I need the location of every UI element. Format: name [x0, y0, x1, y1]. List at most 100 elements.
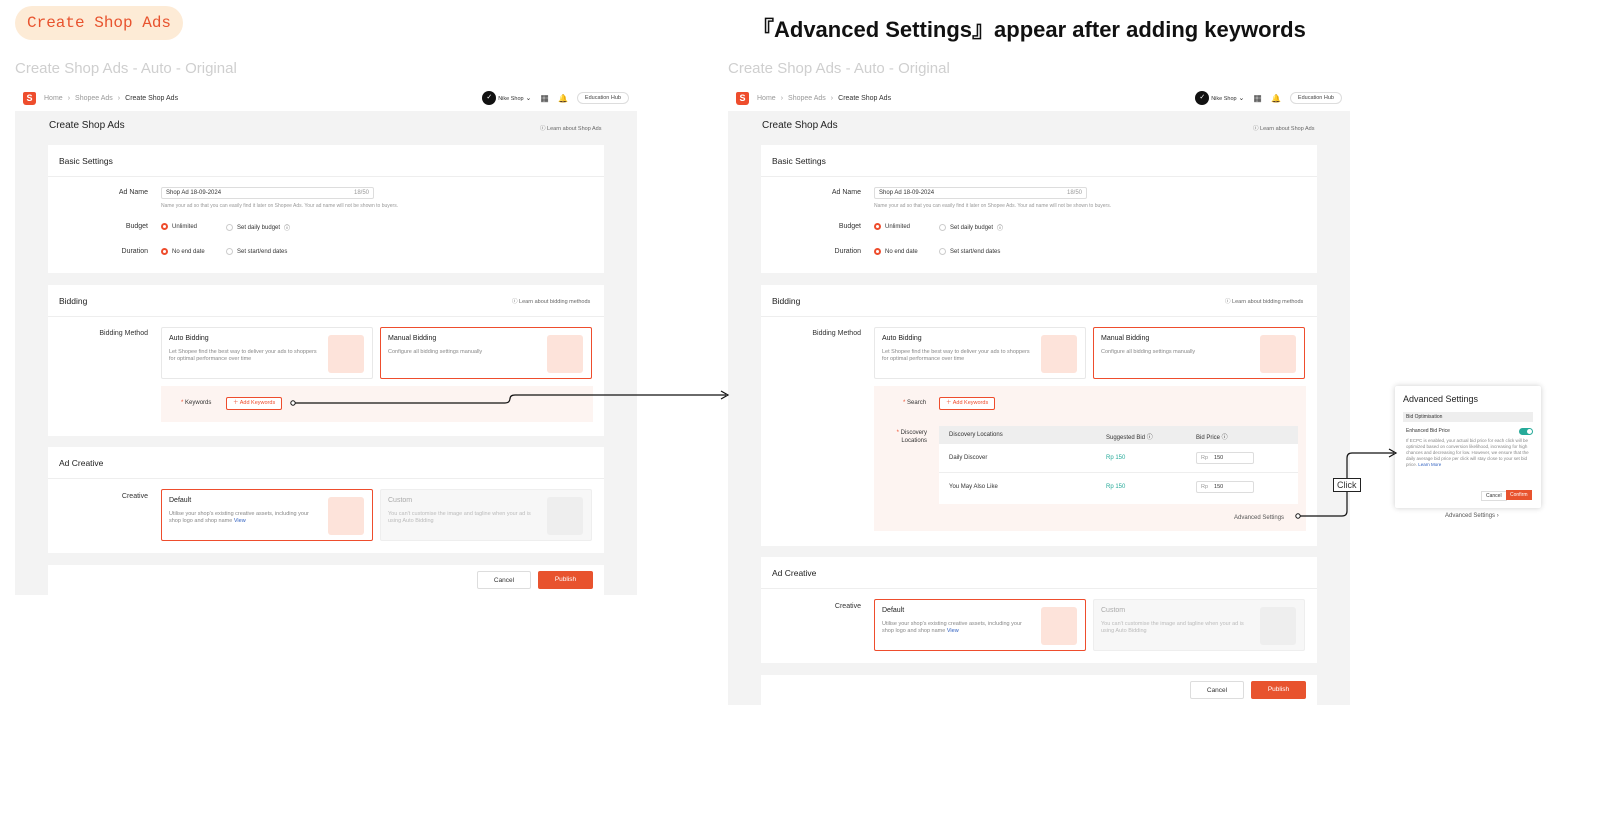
- budget-daily-radio[interactable]: Set daily budget ⓘ: [939, 223, 1003, 232]
- bidding-card: Bidding ⓘ Learn about bidding methods Bi…: [761, 285, 1317, 546]
- creative-label: Creative: [834, 603, 861, 610]
- headline: 『Advanced Settings』appear after adding k…: [752, 17, 1306, 42]
- advanced-settings-link-below[interactable]: Advanced Settings ›: [1445, 513, 1499, 519]
- shop-switcher[interactable]: ✓ Nike Shop ⌄: [1195, 91, 1244, 105]
- discovery-table: Discovery Locations Suggested Bid ⓘ Bid …: [939, 426, 1298, 504]
- keywords-area: * Keywords ＋ Add Keywords: [161, 386, 593, 422]
- learn-bidding-link[interactable]: ⓘ Learn about bidding methods: [1225, 297, 1303, 305]
- ad-name-counter: 18/50: [1066, 190, 1082, 196]
- cancel-button[interactable]: Cancel: [1190, 681, 1244, 699]
- right-screen: S Home › Shopee Ads › Create Shop Ads ✓ Ni…: [728, 85, 1350, 705]
- page-title: Create Shop Ads: [49, 120, 125, 131]
- footer-bar: Cancel Publish: [48, 565, 604, 595]
- budget-label: Budget: [125, 223, 148, 230]
- chevron-right-icon: ›: [830, 94, 834, 102]
- learn-shop-ads-link[interactable]: ⓘ Learn about Shop Ads: [1253, 124, 1314, 132]
- shop-avatar: ✓: [1195, 91, 1210, 105]
- chevron-down-icon: ⌄: [525, 94, 532, 102]
- toggle-label: Enhanced Bid Price: [1406, 428, 1450, 434]
- advanced-settings-link[interactable]: Advanced Settings: [1234, 515, 1284, 521]
- add-keywords-button[interactable]: ＋ Add Keywords: [226, 397, 283, 410]
- auto-bidding-option[interactable]: Auto Bidding Let Shopee find the best way…: [874, 327, 1086, 379]
- shopee-logo-icon[interactable]: S: [736, 91, 749, 105]
- left-subtitle: Create Shop Ads - Auto - Original: [15, 60, 237, 77]
- shop-name: Nike Shop: [1211, 95, 1237, 102]
- popup-cancel-button[interactable]: Cancel: [1481, 491, 1507, 501]
- shopee-logo-icon[interactable]: S: [23, 91, 36, 105]
- advanced-settings-popup: Advanced Settings Bid Optimisation Enhan…: [1395, 386, 1541, 508]
- apps-grid-icon[interactable]: ▦: [540, 93, 549, 104]
- cancel-button[interactable]: Cancel: [477, 571, 531, 589]
- budget-daily-radio[interactable]: Set daily budget ⓘ: [226, 223, 290, 232]
- crumb-current: Create Shop Ads: [125, 94, 179, 102]
- search-label: * Search: [903, 400, 927, 406]
- left-screen: S Home › Shopee Ads › Create Shop Ads ✓ Ni…: [15, 85, 637, 595]
- table-row-location: Daily Discover: [949, 455, 988, 461]
- basic-settings-card: Basic Settings Ad Name Shop Ad 18-09-202…: [48, 145, 604, 273]
- publish-button[interactable]: Publish: [538, 571, 593, 589]
- duration-none-radio[interactable]: No end date: [874, 248, 918, 255]
- bid-price-input[interactable]: Rp 150: [1196, 481, 1254, 493]
- shirt-illustration-icon: [1041, 607, 1077, 645]
- page-title: Create Shop Ads: [762, 120, 838, 131]
- custom-illustration-icon: [547, 497, 583, 535]
- table-row-location: You May Also Like: [949, 484, 998, 490]
- footer-bar: Cancel Publish: [761, 675, 1317, 705]
- creative-default-option[interactable]: Default Utilise your shop's existing crea…: [874, 599, 1086, 651]
- popup-confirm-button[interactable]: Confirm: [1506, 490, 1532, 500]
- chevron-right-icon: ›: [780, 94, 784, 102]
- col-header-location: Discovery Locations: [949, 432, 1003, 438]
- bid-price-input[interactable]: Rp 150: [1196, 452, 1254, 464]
- budget-unlimited-radio[interactable]: Unlimited: [874, 223, 910, 230]
- click-annotation-label: Click: [1333, 478, 1361, 492]
- ad-name-help: Name your ad so that you can easily find…: [874, 203, 1112, 209]
- duration-dates-radio[interactable]: Set start/end dates: [226, 248, 287, 255]
- popup-description: If ECPC is enabled, your actual bid pric…: [1406, 438, 1529, 467]
- ad-name-label: Ad Name: [118, 189, 148, 196]
- ad-name-input[interactable]: Shop Ad 18-09-2024 18/50: [161, 187, 374, 199]
- bidding-card: Bidding ⓘ Learn about bidding methods Bi…: [48, 285, 604, 436]
- top-bar: S Home › Shopee Ads › Create Shop Ads ✓ Ni…: [728, 85, 1350, 111]
- ad-name-help: Name your ad so that you can easily find…: [161, 203, 399, 209]
- popup-section: Bid Optimisation: [1403, 412, 1533, 422]
- duration-dates-radio[interactable]: Set start/end dates: [939, 248, 1000, 255]
- ad-name-input[interactable]: Shop Ad 18-09-2024 18/50: [874, 187, 1087, 199]
- apps-grid-icon[interactable]: ▦: [1253, 93, 1262, 104]
- manual-bidding-option[interactable]: Manual Bidding Configure all bidding sett…: [380, 327, 592, 379]
- keywords-area: * Search ＋ Add Keywords * Discovery Locat…: [874, 386, 1306, 531]
- crumb-ads[interactable]: Shopee Ads: [75, 95, 113, 102]
- crumb-home[interactable]: Home: [757, 95, 776, 102]
- enhanced-bid-toggle[interactable]: [1519, 428, 1533, 435]
- ad-name-counter: 18/50: [353, 190, 369, 196]
- learn-bidding-link[interactable]: ⓘ Learn about bidding methods: [512, 297, 590, 305]
- ad-creative-title: Ad Creative: [772, 568, 817, 578]
- creative-label: Creative: [121, 493, 148, 500]
- manual-bidding-option[interactable]: Manual Bidding Configure all bidding sett…: [1093, 327, 1305, 379]
- popup-title: Advanced Settings: [1403, 394, 1479, 404]
- bell-icon[interactable]: 🔔: [1271, 94, 1281, 103]
- learn-more-link[interactable]: Learn More: [1418, 462, 1441, 467]
- education-hub-button[interactable]: Education Hub: [1289, 92, 1342, 104]
- shop-switcher[interactable]: ✓ Nike Shop ⌄: [482, 91, 531, 105]
- budget-unlimited-radio[interactable]: Unlimited: [161, 223, 197, 230]
- publish-button[interactable]: Publish: [1251, 681, 1306, 699]
- learn-shop-ads-link[interactable]: ⓘ Learn about Shop Ads: [540, 124, 601, 132]
- top-bar: S Home › Shopee Ads › Create Shop Ads ✓ Ni…: [15, 85, 637, 111]
- auto-bidding-option[interactable]: Auto Bidding Let Shopee find the best way…: [161, 327, 373, 379]
- duration-none-radio[interactable]: No end date: [161, 248, 205, 255]
- keywords-label: * Keywords: [181, 400, 212, 406]
- basic-settings-title: Basic Settings: [772, 156, 826, 166]
- education-hub-button[interactable]: Education Hub: [576, 92, 629, 104]
- table-row-suggested: Rp 150: [1106, 455, 1126, 461]
- crumb-ads[interactable]: Shopee Ads: [788, 95, 826, 102]
- chevron-down-icon: ⌄: [1238, 94, 1245, 102]
- ad-creative-card: Ad Creative Creative Default Utilise your…: [761, 557, 1317, 663]
- ad-creative-card: Ad Creative Creative Default Utilise your…: [48, 447, 604, 553]
- add-keywords-button[interactable]: ＋ Add Keywords: [939, 397, 996, 410]
- crumb-home[interactable]: Home: [44, 95, 63, 102]
- chevron-right-icon: ›: [117, 94, 121, 102]
- title-pill: Create Shop Ads: [15, 6, 184, 40]
- breadcrumb: Home › Shopee Ads › Create Shop Ads: [757, 95, 891, 102]
- bell-icon[interactable]: 🔔: [558, 94, 568, 103]
- creative-default-option[interactable]: Default Utilise your shop's existing crea…: [161, 489, 373, 541]
